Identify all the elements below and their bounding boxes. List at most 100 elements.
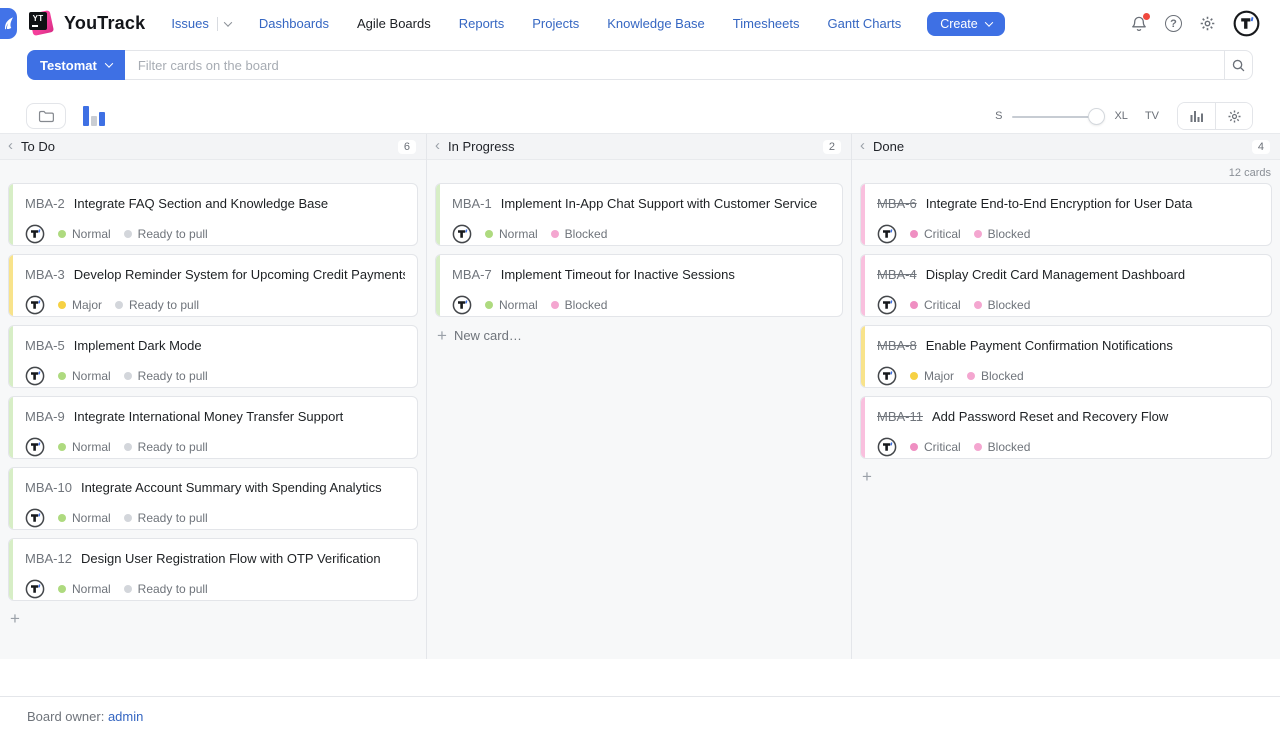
- testomat-avatar-icon: [25, 579, 45, 599]
- help-button[interactable]: ?: [1165, 15, 1182, 32]
- issue-card[interactable]: MBA-12 Design User Registration Flow wit…: [8, 538, 418, 601]
- notification-dot: [1143, 13, 1150, 20]
- state-dot-icon: [124, 230, 132, 238]
- issue-id[interactable]: MBA-12: [25, 550, 72, 567]
- nav-item[interactable]: Timesheets: [733, 16, 800, 31]
- issue-card[interactable]: MBA-9 Integrate International Money Tran…: [8, 396, 418, 459]
- state-dot-icon: [551, 301, 559, 309]
- nav-item[interactable]: Projects: [532, 16, 579, 31]
- feather-extension-icon[interactable]: [0, 8, 17, 39]
- slider-knob[interactable]: [1088, 108, 1105, 125]
- card-header: MBA-12 Design User Registration Flow wit…: [25, 550, 405, 567]
- issue-card[interactable]: MBA-4 Display Credit Card Management Das…: [860, 254, 1272, 317]
- state-dot-icon: [551, 230, 559, 238]
- card-size-slider[interactable]: [1012, 108, 1104, 125]
- card-fields: Major Blocked: [877, 366, 1259, 386]
- testomat-avatar-icon: [877, 224, 897, 244]
- testomat-avatar-icon: [877, 295, 897, 315]
- youtrack-logo[interactable]: YT YouTrack: [28, 10, 145, 37]
- issue-id[interactable]: MBA-3: [25, 266, 65, 283]
- nav-item[interactable]: Dashboards: [259, 16, 329, 31]
- nav-item-label: Issues: [171, 16, 209, 31]
- collapse-column-button[interactable]: ‹: [435, 138, 440, 153]
- issue-id[interactable]: MBA-2: [25, 195, 65, 212]
- priority-badge: Normal: [485, 227, 538, 241]
- column-header: ‹ Done 4: [852, 134, 1280, 160]
- collapse-column-button[interactable]: ‹: [8, 138, 13, 153]
- chart-view-toggle[interactable]: [83, 106, 105, 126]
- column-count-badge: 4: [1252, 140, 1270, 154]
- settings-button[interactable]: [1199, 15, 1216, 32]
- issue-title: Integrate FAQ Section and Knowledge Base: [74, 195, 328, 212]
- issue-card[interactable]: MBA-11 Add Password Reset and Recovery F…: [860, 396, 1272, 459]
- state-badge: Blocked: [551, 227, 608, 241]
- issue-id[interactable]: MBA-7: [452, 266, 492, 283]
- board-selector-button[interactable]: Testomat: [27, 50, 125, 80]
- issue-id[interactable]: MBA-5: [25, 337, 65, 354]
- nav-divider: [217, 17, 218, 31]
- nav-item[interactable]: Agile Boards: [357, 16, 431, 31]
- priority-strip: [9, 468, 13, 529]
- issue-id[interactable]: MBA-6: [877, 195, 917, 212]
- issue-card[interactable]: MBA-6 Integrate End-to-End Encryption fo…: [860, 183, 1272, 246]
- issue-id[interactable]: MBA-11: [877, 408, 923, 425]
- board-owner-label: Board owner:: [27, 709, 104, 724]
- gear-icon: [1227, 109, 1242, 124]
- assignee-avatar: [877, 366, 897, 386]
- priority-dot-icon: [58, 585, 66, 593]
- create-button[interactable]: Create: [927, 12, 1005, 36]
- notifications-bell-button[interactable]: [1130, 15, 1148, 33]
- priority-label: Normal: [72, 440, 111, 454]
- chevron-down-icon[interactable]: [225, 21, 231, 27]
- priority-dot-icon: [910, 230, 918, 238]
- tv-mode-button[interactable]: TV: [1145, 110, 1159, 122]
- view-button-group: [1177, 102, 1253, 130]
- state-label: Blocked: [988, 440, 1031, 454]
- issue-card[interactable]: MBA-1 Implement In-App Chat Support with…: [435, 183, 843, 246]
- search-button[interactable]: [1224, 50, 1253, 80]
- issue-card[interactable]: MBA-10 Integrate Account Summary with Sp…: [8, 467, 418, 530]
- issue-id[interactable]: MBA-4: [877, 266, 917, 283]
- nav-item[interactable]: Knowledge Base: [607, 16, 705, 31]
- column-count-badge: 2: [823, 140, 841, 154]
- issue-id[interactable]: MBA-9: [25, 408, 65, 425]
- nav-item[interactable]: Gantt Charts: [828, 16, 902, 31]
- new-card-button[interactable]: +: [8, 610, 22, 628]
- filter-input[interactable]: [125, 50, 1224, 80]
- card-fields: Critical Blocked: [877, 437, 1259, 457]
- priority-badge: Normal: [58, 511, 111, 525]
- card-fields: Normal Ready to pull: [25, 366, 405, 386]
- issue-card[interactable]: MBA-8 Enable Payment Confirmation Notifi…: [860, 325, 1272, 388]
- new-card-button[interactable]: +: [860, 468, 874, 486]
- backlog-button[interactable]: [26, 103, 66, 129]
- nav-item-label: Timesheets: [733, 16, 800, 31]
- nav-item[interactable]: Issues: [171, 16, 231, 31]
- board-owner-link[interactable]: admin: [108, 709, 143, 724]
- nav-item[interactable]: Reports: [459, 16, 505, 31]
- user-avatar[interactable]: [1233, 10, 1260, 37]
- search-icon: [1231, 58, 1246, 73]
- board-settings-button[interactable]: [1215, 103, 1252, 129]
- main-navigation: Issues Dashboards Agile Boards Reports P…: [171, 16, 901, 31]
- issue-card[interactable]: MBA-5 Implement Dark Mode Normal Ready t…: [8, 325, 418, 388]
- issue-id[interactable]: MBA-8: [877, 337, 917, 354]
- priority-strip: [861, 255, 865, 316]
- issue-id[interactable]: MBA-1: [452, 195, 492, 212]
- card-fields: Critical Blocked: [877, 224, 1259, 244]
- issue-card[interactable]: MBA-2 Integrate FAQ Section and Knowledg…: [8, 183, 418, 246]
- issue-card[interactable]: MBA-3 Develop Reminder System for Upcomi…: [8, 254, 418, 317]
- state-badge: Blocked: [974, 298, 1031, 312]
- chart-panel-button[interactable]: [1178, 103, 1215, 129]
- assignee-avatar: [25, 295, 45, 315]
- new-card-button[interactable]: + New card…: [435, 326, 524, 345]
- priority-badge: Critical: [910, 227, 961, 241]
- issue-card[interactable]: MBA-7 Implement Timeout for Inactive Ses…: [435, 254, 843, 317]
- issue-id[interactable]: MBA-10: [25, 479, 72, 496]
- priority-strip: [861, 326, 865, 387]
- priority-dot-icon: [910, 443, 918, 451]
- nav-item-label: Dashboards: [259, 16, 329, 31]
- collapse-column-button[interactable]: ‹: [860, 138, 865, 153]
- issue-title: Display Credit Card Management Dashboard: [926, 266, 1185, 283]
- card-fields: Normal Ready to pull: [25, 508, 405, 528]
- card-fields: Normal Blocked: [452, 295, 830, 315]
